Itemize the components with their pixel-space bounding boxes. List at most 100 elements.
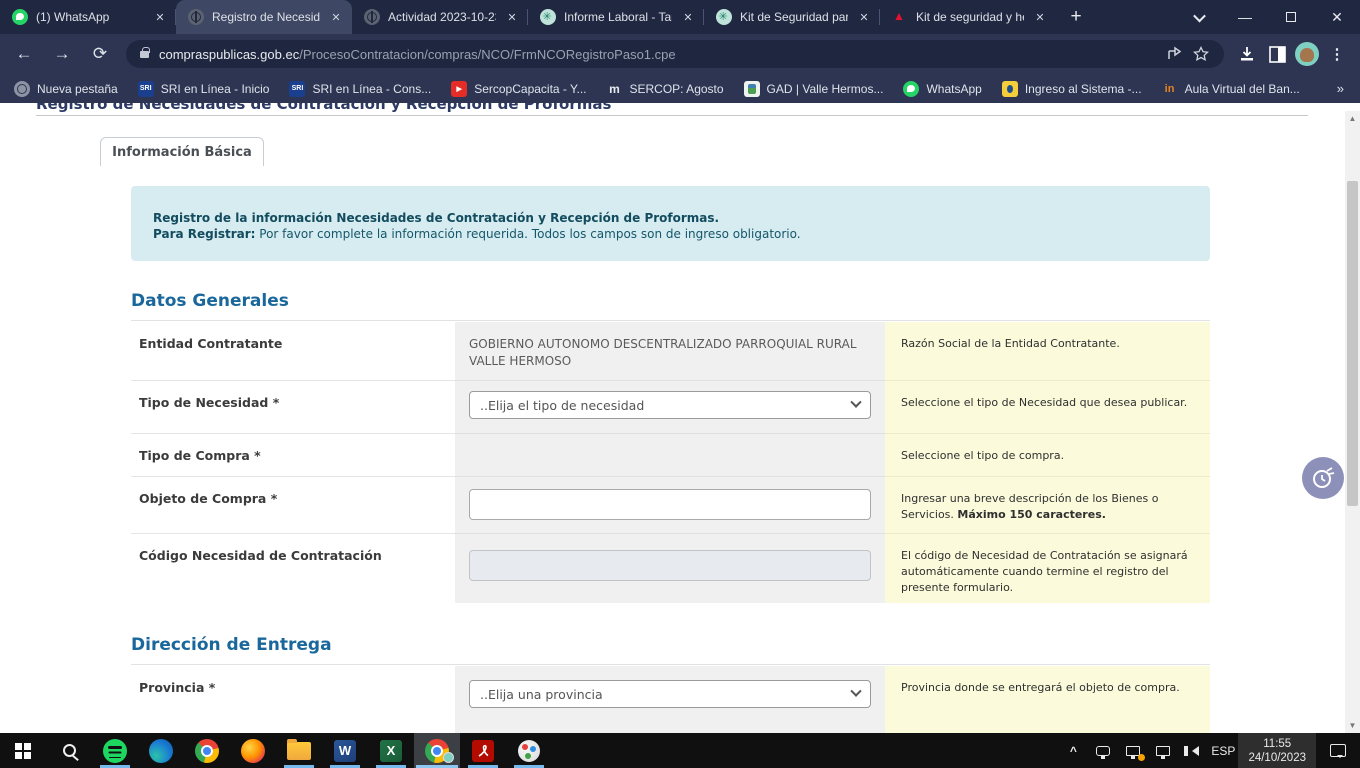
bookmark-ingreso-sistema[interactable]: Ingreso al Sistema -... xyxy=(1002,81,1142,97)
spotify-icon xyxy=(103,739,127,763)
bookmark-sri-inicio[interactable]: SRISRI en Línea - Inicio xyxy=(138,81,270,97)
bookmark-label: WhatsApp xyxy=(926,82,981,96)
toolbar-actions: ⋮ xyxy=(1232,39,1352,69)
excel-icon: X xyxy=(380,740,402,762)
taskbar-word[interactable]: W xyxy=(322,733,368,768)
close-window-button[interactable]: ✕ xyxy=(1314,0,1360,34)
close-icon[interactable]: ✕ xyxy=(504,9,520,25)
tab-actividad[interactable]: Actividad 2023-10-23 ✕ xyxy=(352,0,528,34)
help-tipo-necesidad: Seleccione el tipo de Necesidad que dese… xyxy=(885,381,1210,434)
objeto-compra-input[interactable] xyxy=(469,489,871,520)
page-scrollbar[interactable]: ▲ ▼ xyxy=(1345,111,1360,733)
bookmark-label: SRI en Línea - Cons... xyxy=(312,82,431,96)
taskbar-spotify[interactable] xyxy=(92,733,138,768)
field-tipo-compra xyxy=(455,434,885,477)
action-center-button[interactable] xyxy=(1316,733,1360,768)
tipo-necesidad-select[interactable]: ..Elija el tipo de necesidad xyxy=(469,391,871,419)
info-line-2-text: Por favor complete la información requer… xyxy=(255,227,800,241)
globe-icon xyxy=(364,9,380,25)
info-line-1: Registro de la información Necesidades d… xyxy=(153,211,719,225)
bookmark-gad-valle-hermoso[interactable]: GAD | Valle Hermos... xyxy=(744,81,884,97)
taskbar-file-explorer[interactable] xyxy=(276,733,322,768)
close-icon[interactable]: ✕ xyxy=(856,9,872,25)
bookmark-label: Aula Virtual del Ban... xyxy=(1185,82,1300,96)
side-panel-icon[interactable] xyxy=(1262,39,1292,69)
new-tab-button[interactable]: + xyxy=(1062,3,1090,31)
form-grid-datos-generales: Entidad Contratante GOBIERNO AUTONOMO DE… xyxy=(131,322,1210,603)
language-indicator[interactable]: ESP xyxy=(1208,733,1238,768)
share-icon[interactable] xyxy=(1162,41,1188,67)
profile-badge xyxy=(443,752,454,763)
provincia-select[interactable]: ..Elija una provincia xyxy=(469,680,871,708)
bookmark-aula-virtual[interactable]: inAula Virtual del Ban... xyxy=(1162,81,1300,97)
web-page: Registro de Necesidades de Contratación … xyxy=(0,103,1360,733)
edge-icon xyxy=(149,739,173,763)
bookmark-sercop-agosto[interactable]: mSERCOP: Agosto xyxy=(607,81,724,97)
taskbar-chrome-active[interactable] xyxy=(414,733,460,768)
bookmark-star-icon[interactable] xyxy=(1188,41,1214,67)
bookmark-whatsapp[interactable]: WhatsApp xyxy=(903,81,981,97)
scroll-down-icon[interactable]: ▼ xyxy=(1345,718,1360,733)
taskbar-edge[interactable] xyxy=(138,733,184,768)
profile-avatar[interactable] xyxy=(1292,39,1322,69)
bookmark-sercopcapacita[interactable]: SercopCapacita - Y... xyxy=(451,81,586,97)
close-icon[interactable]: ✕ xyxy=(680,9,696,25)
maximize-icon xyxy=(1286,12,1296,22)
network-icon[interactable] xyxy=(1148,733,1178,768)
tab-label: Kit de Seguridad para xyxy=(740,10,848,24)
page-title-clipped: Registro de Necesidades de Contratación … xyxy=(36,103,1308,115)
back-button[interactable]: ← xyxy=(10,40,38,68)
bookmark-label: Nueva pestaña xyxy=(37,82,118,96)
close-icon[interactable]: ✕ xyxy=(152,9,168,25)
maximize-button[interactable] xyxy=(1268,0,1314,34)
volume-icon[interactable] xyxy=(1178,733,1208,768)
tab-kit-seguridad-2[interactable]: Kit de seguridad y he ✕ xyxy=(880,0,1056,34)
chevron-down-icon xyxy=(1193,9,1206,22)
form-grid-direccion-entrega: Provincia * ..Elija una provincia Provin… xyxy=(131,666,1210,733)
reload-button[interactable]: ⟳ xyxy=(86,40,114,68)
window-controls: — ✕ xyxy=(1176,0,1360,34)
bookmarks-overflow-icon[interactable]: » xyxy=(1337,81,1344,96)
tab-kit-seguridad-1[interactable]: Kit de Seguridad para ✕ xyxy=(704,0,880,34)
bookmark-label: GAD | Valle Hermos... xyxy=(767,82,884,96)
address-bar[interactable]: compraspublicas.gob.ec/ProcesoContrataci… xyxy=(126,40,1224,68)
notification-app-icon[interactable] xyxy=(1118,733,1148,768)
tab-registro-necesidades[interactable]: Registro de Necesida ✕ xyxy=(176,0,352,34)
field-objeto-compra xyxy=(455,477,885,534)
tab-informacion-basica[interactable]: Información Básica xyxy=(100,137,264,166)
taskbar-firefox[interactable] xyxy=(230,733,276,768)
bookmark-nueva-pestana[interactable]: Nueva pestaña xyxy=(14,81,118,97)
scroll-up-icon[interactable]: ▲ xyxy=(1345,111,1360,126)
bookmark-label: SRI en Línea - Inicio xyxy=(161,82,270,96)
field-entidad-contratante: GOBIERNO AUTONOMO DESCENTRALIZADO PARROQ… xyxy=(455,322,885,381)
tablet-mode-icon[interactable] xyxy=(1088,733,1118,768)
taskbar-paint3d[interactable] xyxy=(506,733,552,768)
taskbar-clock[interactable]: 11:55 24/10/2023 xyxy=(1238,733,1316,768)
avatar xyxy=(1295,42,1319,66)
minimize-button[interactable]: — xyxy=(1222,0,1268,34)
tab-label: Informe Laboral - Tar xyxy=(564,10,672,24)
bookmark-sri-consultas[interactable]: SRISRI en Línea - Cons... xyxy=(289,81,431,97)
lock-icon[interactable] xyxy=(140,51,149,58)
scrollbar-thumb[interactable] xyxy=(1347,181,1358,506)
taskbar-acrobat[interactable] xyxy=(460,733,506,768)
folder-icon xyxy=(287,742,311,760)
section-datos-generales: Datos Generales xyxy=(131,291,1210,321)
start-button[interactable] xyxy=(0,733,46,768)
taskbar-search-button[interactable] xyxy=(46,733,92,768)
taskbar-chrome[interactable] xyxy=(184,733,230,768)
bookmark-label: SERCOP: Agosto xyxy=(630,82,724,96)
close-icon[interactable]: ✕ xyxy=(1032,9,1048,25)
tray-date: 24/10/2023 xyxy=(1248,751,1306,765)
close-icon[interactable]: ✕ xyxy=(328,9,344,25)
tab-search-chevron-icon[interactable] xyxy=(1176,0,1222,34)
forward-button[interactable]: → xyxy=(48,40,76,68)
tab-informe-laboral[interactable]: Informe Laboral - Tar ✕ xyxy=(528,0,704,34)
search-icon xyxy=(63,744,76,757)
tab-whatsapp[interactable]: (1) WhatsApp ✕ xyxy=(0,0,176,34)
download-icon[interactable] xyxy=(1232,39,1262,69)
session-timer-widget[interactable] xyxy=(1302,457,1344,499)
taskbar-excel[interactable]: X xyxy=(368,733,414,768)
tray-expand-icon[interactable]: ^ xyxy=(1058,733,1088,768)
browser-menu-icon[interactable]: ⋮ xyxy=(1322,39,1352,69)
